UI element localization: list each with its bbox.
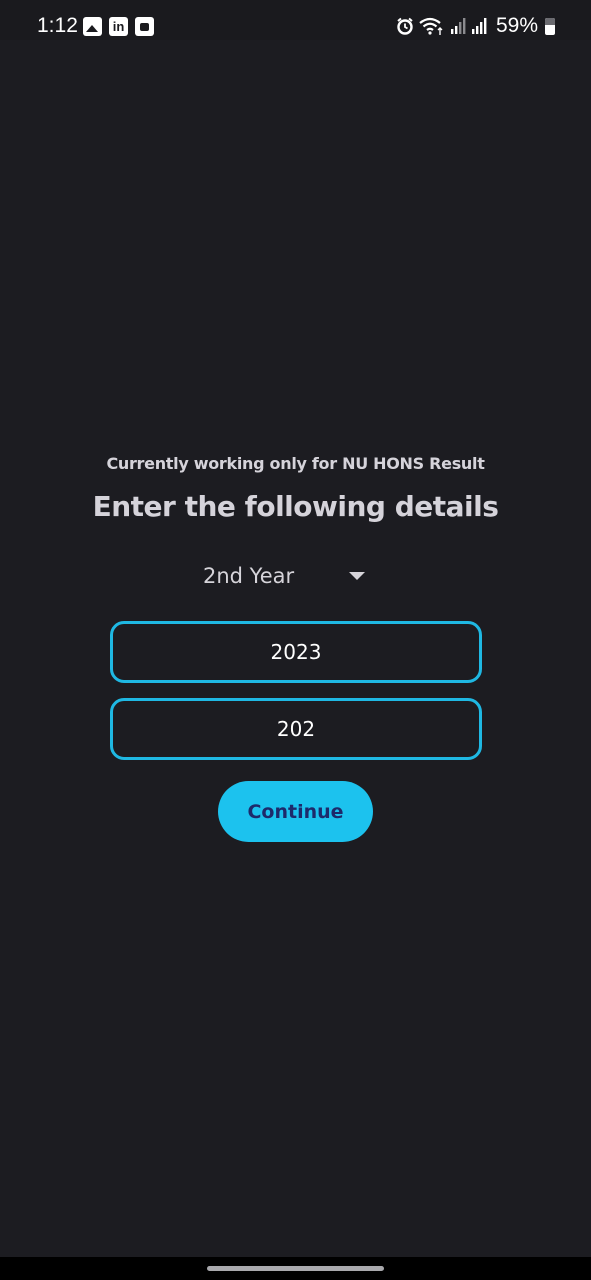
subtitle: Currently working only for NU HONS Resul… xyxy=(106,454,485,473)
battery-icon xyxy=(545,17,555,35)
gallery-icon xyxy=(83,17,102,36)
notification-icons: in xyxy=(83,17,154,36)
registration-number-input[interactable] xyxy=(110,698,482,760)
battery-percent: 59% xyxy=(495,14,538,37)
chevron-down-icon xyxy=(349,572,365,580)
year-dropdown-value: 2nd Year xyxy=(203,564,295,588)
signal-icon xyxy=(471,18,487,34)
alarm-icon xyxy=(397,17,413,35)
home-handle[interactable] xyxy=(207,1266,384,1271)
signal-icon xyxy=(450,18,466,34)
continue-button[interactable]: Continue xyxy=(218,781,373,842)
wifi-icon xyxy=(419,17,443,35)
status-bar: 1:12 in 59% xyxy=(0,0,591,40)
page-title: Enter the following details xyxy=(92,490,499,523)
bag-icon xyxy=(135,17,154,36)
roll-number-input[interactable] xyxy=(110,621,482,683)
status-time: 1:12 xyxy=(37,14,78,37)
navigation-bar xyxy=(0,1257,591,1280)
year-dropdown[interactable]: 2nd Year xyxy=(203,560,373,592)
linkedin-icon: in xyxy=(109,17,128,36)
system-status: 59% xyxy=(396,13,555,39)
